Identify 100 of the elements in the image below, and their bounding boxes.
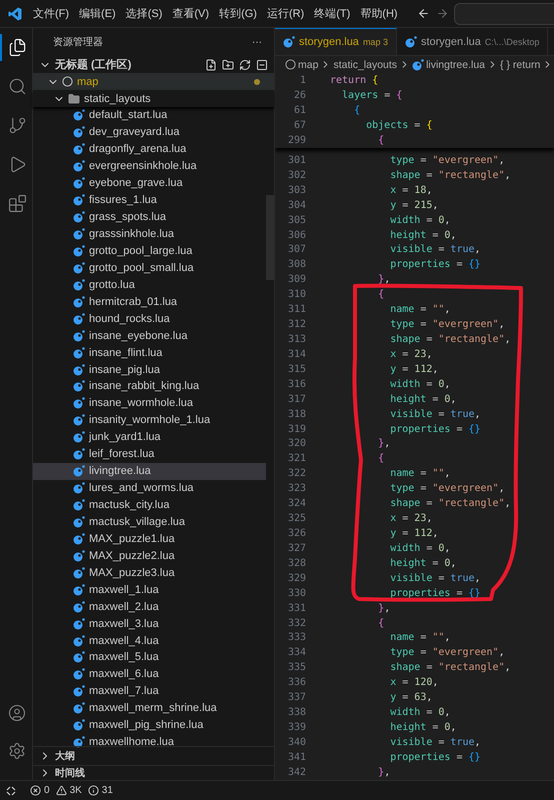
file-item[interactable]: grotto_pool_small.lua: [33, 259, 266, 276]
panel-title[interactable]: 时间线: [55, 766, 85, 780]
file-item[interactable]: maxwellhome.lua: [33, 734, 266, 751]
code-token: ,: [450, 394, 456, 405]
new-folder-icon[interactable]: [222, 58, 234, 70]
file-item[interactable]: grotto.lua: [33, 276, 266, 294]
menu-item[interactable]: 选择(S): [120, 6, 168, 21]
panel-title[interactable]: 大纲: [55, 749, 75, 763]
file-item[interactable]: insane_eyebone.lua: [33, 327, 266, 344]
menu-item[interactable]: 终端(T): [309, 6, 356, 21]
code-token: 23: [414, 348, 426, 360]
menu-item[interactable]: 编辑(E): [74, 6, 121, 21]
file-item[interactable]: lures_and_worms.lua: [33, 480, 266, 497]
menu-item[interactable]: 查看(V): [167, 6, 214, 21]
code-token: =: [425, 662, 434, 674]
code-token: x: [389, 348, 396, 360]
code-token: ,: [504, 662, 511, 674]
code-token: name: [389, 632, 414, 644]
collapse-icon[interactable]: [256, 58, 268, 70]
file-item[interactable]: hound_rocks.lua: [33, 310, 266, 328]
warning-icon[interactable]: [56, 785, 67, 796]
file-item[interactable]: MAX_puzzle3.lua: [33, 564, 266, 582]
file-item[interactable]: maxwell_1.lua: [33, 581, 266, 598]
breadcrumb-item[interactable]: map: [298, 58, 318, 70]
status-count[interactable]: 3K: [70, 785, 82, 796]
file-item[interactable]: maxwell_7.lua: [33, 682, 266, 700]
code-token: =: [431, 722, 440, 733]
file-item[interactable]: grotto_pool_large.lua: [33, 242, 266, 260]
code-token: ,: [384, 766, 390, 778]
file-item[interactable]: evergreensinkhole.lua: [33, 158, 266, 175]
file-item[interactable]: insane_rabbit_king.lua: [33, 378, 266, 395]
code-token: 112: [414, 364, 432, 375]
menu-item[interactable]: 运行(R): [262, 6, 310, 21]
file-item[interactable]: mactusk_village.lua: [33, 514, 266, 530]
line-number: 334: [286, 647, 306, 658]
file-item[interactable]: insane_flint.lua: [33, 344, 266, 362]
error-icon[interactable]: [30, 785, 41, 796]
code-token: =: [425, 378, 434, 390]
code-token: ,: [444, 468, 450, 480]
file-item[interactable]: insane_pig.lua: [33, 361, 266, 378]
file-item[interactable]: mactusk_city.lua: [33, 496, 266, 514]
code-token: =: [419, 304, 428, 316]
breadcrumb-item[interactable]: { } return: [500, 58, 540, 70]
file-item[interactable]: insanity_wormhole_1.lua: [33, 412, 266, 429]
code-token: =: [419, 483, 428, 494]
status-count[interactable]: 0: [44, 785, 50, 796]
new-file-icon[interactable]: [205, 58, 217, 70]
file-item[interactable]: eyebone_grave.lua: [33, 174, 266, 192]
file-item[interactable]: default_start.lua: [33, 107, 266, 124]
menu-item[interactable]: 帮助(H): [355, 6, 403, 21]
code-token: objects: [365, 120, 408, 131]
breadcrumb-item[interactable]: livingtree.lua: [426, 58, 486, 70]
app-logo-icon: [8, 6, 22, 20]
file-item[interactable]: leif_forest.lua: [33, 446, 266, 463]
file-item[interactable]: MAX_puzzle1.lua: [33, 530, 266, 548]
remote-icon[interactable]: [6, 786, 16, 796]
lua-file-icon: [73, 584, 85, 596]
file-item[interactable]: grass_spots.lua: [33, 208, 266, 226]
file-item[interactable]: maxwell_pig_shrine.lua: [33, 716, 266, 734]
file-item[interactable]: maxwell_3.lua: [33, 615, 266, 632]
folder-label[interactable]: map: [77, 76, 98, 88]
file-item[interactable]: fissures_1.lua: [33, 192, 266, 209]
file-item[interactable]: livingtree.lua: [33, 462, 266, 480]
file-item[interactable]: insane_wormhole.lua: [33, 394, 266, 412]
breadcrumb-item[interactable]: static_layouts: [333, 58, 398, 70]
menu-item[interactable]: 转到(G): [214, 6, 262, 21]
file-item[interactable]: dev_graveyard.lua: [33, 124, 266, 141]
file-item[interactable]: maxwell_6.lua: [33, 666, 266, 683]
file-item[interactable]: grasssinkhole.lua: [33, 226, 266, 242]
forward-icon[interactable]: [436, 7, 449, 20]
refresh-icon[interactable]: [239, 58, 251, 70]
code-token: ,: [504, 170, 511, 181]
editor-tab[interactable]: storygen.lua map 3: [275, 28, 397, 55]
lua-file-icon: [73, 296, 85, 308]
code-token: =: [413, 120, 422, 131]
file-item[interactable]: maxwell_merm_shrine.lua: [33, 700, 266, 717]
back-icon[interactable]: [416, 7, 430, 20]
code-token: ,: [426, 184, 432, 196]
code-token: ,: [444, 707, 450, 718]
sidebar-title: 资源管理器: [53, 36, 103, 49]
folder-label[interactable]: static_layouts: [84, 92, 151, 104]
lua-file-icon: [73, 668, 85, 680]
lua-file-icon: [73, 482, 85, 494]
code-token: =: [419, 154, 428, 166]
file-item[interactable]: dragonfly_arena.lua: [33, 140, 266, 158]
code-token: shape: [389, 334, 420, 346]
info-icon[interactable]: [88, 785, 99, 796]
file-item[interactable]: hermitcrab_01.lua: [33, 293, 266, 310]
file-item[interactable]: maxwell_2.lua: [33, 598, 266, 616]
line-number: 314: [286, 348, 306, 360]
file-item[interactable]: junk_yard1.lua: [33, 428, 266, 446]
menu-item[interactable]: 文件(F): [28, 6, 74, 21]
code-token: width: [389, 378, 420, 390]
workspace-label[interactable]: 无标题 (工作区): [55, 57, 132, 72]
status-count[interactable]: 31: [102, 785, 113, 796]
file-item[interactable]: MAX_puzzle2.lua: [33, 547, 266, 564]
file-item[interactable]: maxwell_4.lua: [33, 632, 266, 649]
file-item[interactable]: maxwell_5.lua: [33, 649, 266, 666]
more-actions-button[interactable]: ···: [252, 36, 262, 48]
search-field[interactable]: [454, 2, 554, 24]
